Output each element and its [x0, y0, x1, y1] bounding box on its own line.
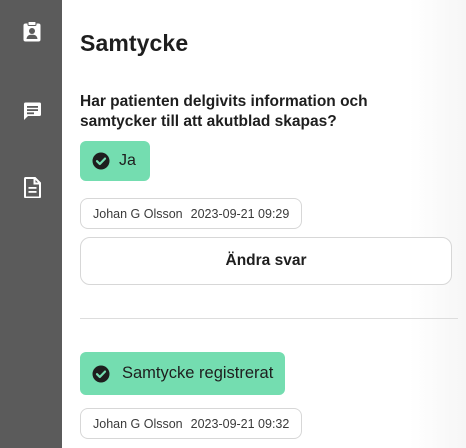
consent-question: Har patienten delgivits information och …: [80, 93, 368, 130]
main-content: Samtycke Har patienten delgivits informa…: [62, 0, 466, 448]
registration-label: Samtycke registrerat: [122, 364, 274, 382]
registration-meta-chip: Johan G Olsson 2023-09-21 09:32: [80, 408, 303, 439]
answer-timestamp: 2023-09-21 09:29: [190, 206, 290, 221]
divider: [80, 318, 458, 319]
answer-chip: Ja: [80, 141, 150, 181]
message-icon[interactable]: [22, 100, 42, 122]
registration-timestamp: 2023-09-21 09:32: [190, 416, 290, 431]
answer-user: Johan G Olsson: [93, 206, 183, 221]
sidebar: [0, 0, 62, 448]
app: Samtycke Har patienten delgivits informa…: [0, 0, 466, 448]
page-title: Samtycke: [80, 30, 189, 56]
consent-registered-chip: Samtycke registrerat: [80, 352, 286, 395]
answer-label: Ja: [119, 152, 136, 169]
change-answer-button[interactable]: Ändra svar: [80, 237, 452, 285]
check-circle-icon: [92, 365, 110, 383]
answer-meta-chip: Johan G Olsson 2023-09-21 09:29: [80, 198, 303, 229]
document-icon[interactable]: [22, 176, 42, 198]
clipboard-user-icon[interactable]: [22, 20, 42, 42]
check-circle-icon: [92, 152, 110, 170]
registration-user: Johan G Olsson: [93, 416, 183, 431]
